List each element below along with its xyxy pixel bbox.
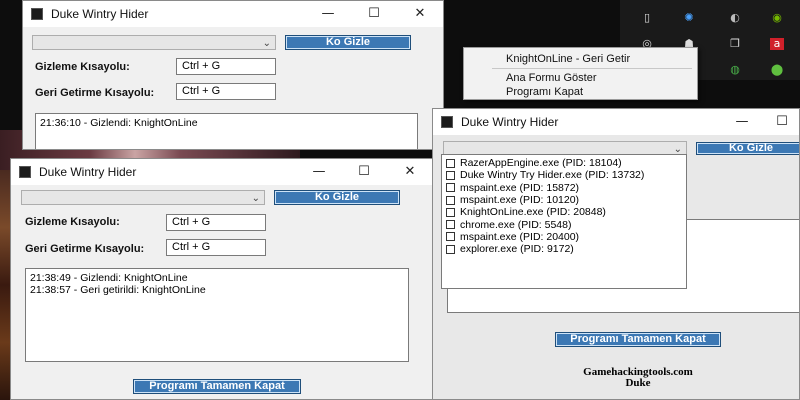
log-line: 21:38:49 - Gizlendi: KnightOnLine <box>30 272 188 284</box>
log-line: 21:38:57 - Geri getirildi: KnightOnLine <box>30 284 206 296</box>
checkbox[interactable] <box>446 232 455 242</box>
process-list[interactable]: RazerAppEngine.exe (PID: 18104) Duke Win… <box>441 154 687 289</box>
usb-drive-icon[interactable]: ▯ <box>640 12 654 24</box>
title-bar[interactable]: Duke Wintry Hider — ☐ ✕ <box>23 1 443 27</box>
checkbox[interactable] <box>446 183 455 193</box>
restore-shortcut-label: Geri Getirme Kısayolu: <box>35 87 155 99</box>
chevron-down-icon: ⌄ <box>251 193 260 204</box>
list-item[interactable]: KnightOnLine.exe (PID: 20848) <box>446 206 686 218</box>
process-dropdown[interactable]: ⌄ <box>21 190 265 205</box>
checkbox[interactable] <box>446 244 455 254</box>
list-item[interactable]: mspaint.exe (PID: 15872) <box>446 182 686 194</box>
quit-program-button[interactable]: Programı Tamamen Kapat <box>555 332 721 347</box>
ko-gizle-button[interactable]: Ko Gizle <box>274 190 400 205</box>
list-item[interactable]: Duke Wintry Try Hider.exe (PID: 13732) <box>446 169 686 181</box>
title-bar[interactable]: Duke Wintry Hider — ☐ <box>433 109 799 135</box>
hide-shortcut-input[interactable]: Ctrl + G <box>166 214 266 231</box>
maximize-icon[interactable]: ☐ <box>351 1 397 27</box>
chevron-down-icon: ⌄ <box>262 38 271 49</box>
razer-icon[interactable]: ◐ <box>728 12 742 24</box>
app-icon <box>31 8 43 20</box>
checkbox[interactable] <box>446 170 455 180</box>
list-item[interactable]: RazerAppEngine.exe (PID: 18104) <box>446 157 686 169</box>
list-item[interactable]: explorer.exe (PID: 9172) <box>446 243 686 255</box>
checkbox[interactable] <box>446 158 455 168</box>
checkbox[interactable] <box>446 207 455 217</box>
colorful-app-icon[interactable]: ✺ <box>682 12 696 24</box>
minimize-icon[interactable]: — <box>296 159 342 185</box>
menu-item-quit[interactable]: Programı Kapat <box>506 86 583 98</box>
window-title: Duke Wintry Hider <box>461 115 559 129</box>
window-title: Duke Wintry Hider <box>39 165 137 179</box>
menu-separator <box>492 68 692 69</box>
close-icon[interactable]: ✕ <box>397 1 443 27</box>
list-item[interactable]: mspaint.exe (PID: 20400) <box>446 231 686 243</box>
minimize-icon[interactable]: — <box>305 1 351 27</box>
ko-gizle-button[interactable]: Ko Gizle <box>285 35 411 50</box>
app-window-front: Duke Wintry Hider — ☐ ✕ ⌄ Ko Gizle Gizle… <box>10 158 433 400</box>
amd-icon[interactable]: a <box>770 38 784 50</box>
tray-context-menu: KnightOnLine - Geri Getir Ana Formu Göst… <box>463 47 698 100</box>
process-dropdown[interactable]: ⌄ <box>32 35 276 50</box>
list-item[interactable]: chrome.exe (PID: 5548) <box>446 218 686 231</box>
menu-item-show-main[interactable]: Ana Formu Göster <box>506 72 596 84</box>
maximize-icon[interactable]: ☐ <box>759 109 799 135</box>
maximize-icon[interactable]: ☐ <box>341 159 387 185</box>
restore-shortcut-input[interactable]: Ctrl + G <box>176 83 276 100</box>
app-icon <box>441 116 453 128</box>
quit-program-button[interactable]: Programı Tamamen Kapat <box>133 379 301 394</box>
nvidia-icon[interactable]: ◉ <box>770 12 784 24</box>
hide-shortcut-label: Gizleme Kısayolu: <box>25 216 120 228</box>
watermark-text: Gamehackingtools.com Duke <box>533 367 743 389</box>
settings-icon[interactable]: ◍ <box>728 64 742 76</box>
window-title: Duke Wintry Hider <box>51 7 149 21</box>
log-box: 21:38:49 - Gizlendi: KnightOnLine 21:38:… <box>25 268 409 362</box>
restore-shortcut-label: Geri Getirme Kısayolu: <box>25 243 145 255</box>
green-app-icon[interactable]: ⬤ <box>770 64 784 76</box>
list-item[interactable]: mspaint.exe (PID: 10120) <box>446 194 686 206</box>
app-window-back: Duke Wintry Hider — ☐ ✕ ⌄ Ko Gizle Gizle… <box>22 0 444 150</box>
process-dropdown[interactable]: ⌄ <box>443 141 687 155</box>
window-icon[interactable]: ❐ <box>728 38 742 50</box>
app-icon <box>19 166 31 178</box>
watermark-line2: Duke <box>625 377 651 389</box>
hide-shortcut-label: Gizleme Kısayolu: <box>35 61 130 73</box>
log-line: 21:36:10 - Gizlendi: KnightOnLine <box>40 117 198 129</box>
log-box: 21:36:10 - Gizlendi: KnightOnLine <box>35 113 418 149</box>
checkbox[interactable] <box>446 220 455 230</box>
menu-item-restore[interactable]: KnightOnLine - Geri Getir <box>506 53 630 65</box>
ko-gizle-button[interactable]: Ko Gizle <box>696 142 799 155</box>
close-icon[interactable]: ✕ <box>387 159 432 185</box>
game-artwork-edge <box>0 170 10 400</box>
title-bar[interactable]: Duke Wintry Hider — ☐ ✕ <box>11 159 432 185</box>
restore-shortcut-input[interactable]: Ctrl + G <box>166 239 266 256</box>
hide-shortcut-input[interactable]: Ctrl + G <box>176 58 276 75</box>
checkbox[interactable] <box>446 195 455 205</box>
